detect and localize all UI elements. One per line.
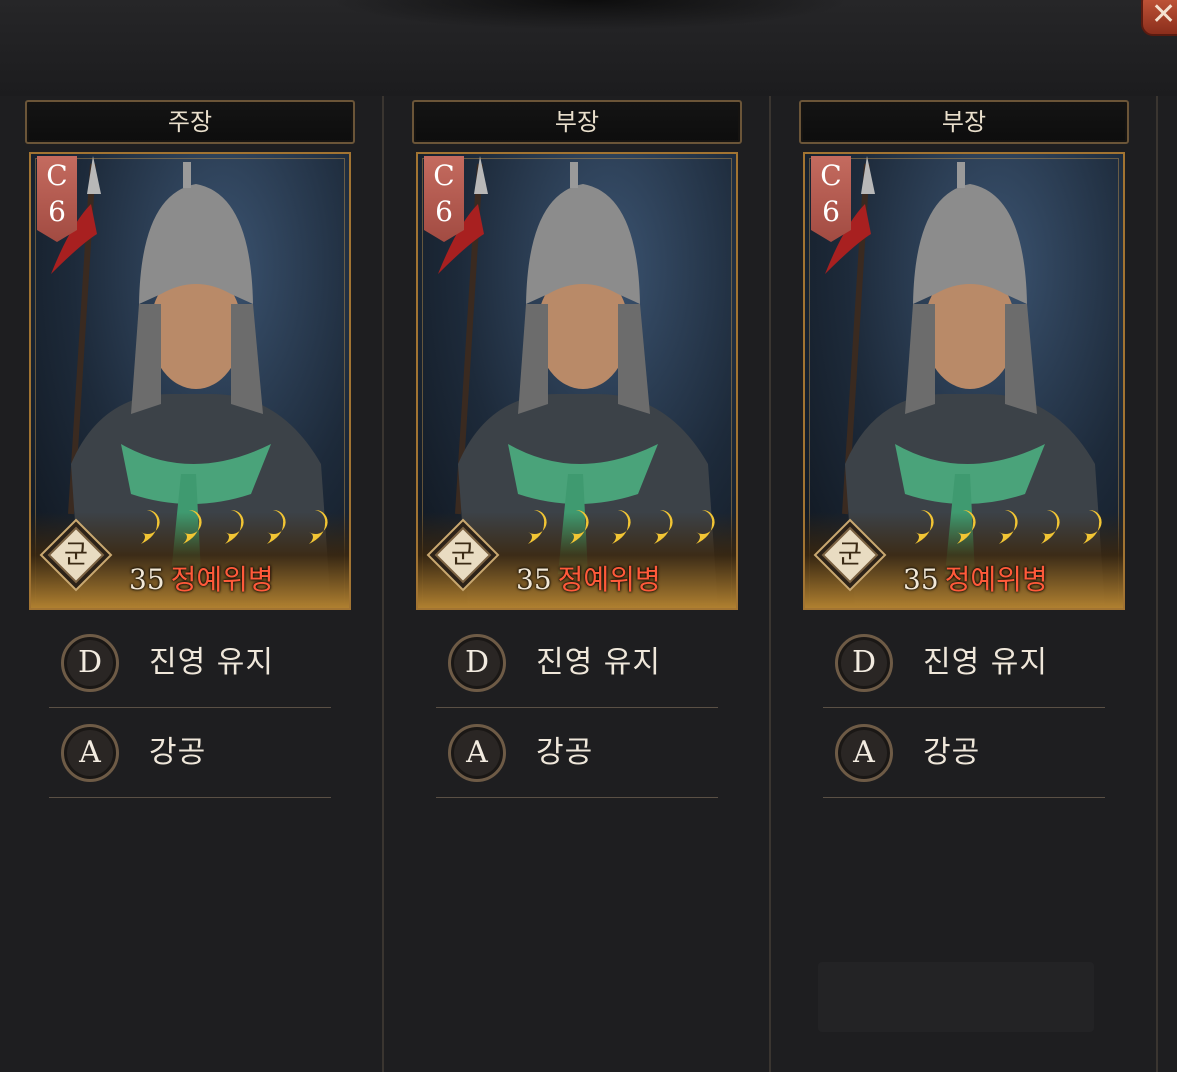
skill-name: 진영 유지 — [923, 645, 1048, 680]
drop-icon — [267, 509, 286, 544]
drop-icon — [183, 509, 202, 544]
drop-icon — [141, 509, 160, 544]
grade-letter: C — [820, 159, 842, 192]
column-divider — [769, 96, 771, 1072]
close-button[interactable]: ✕ — [1141, 0, 1177, 36]
skill-type-badge: A — [835, 724, 893, 782]
drop-icon — [696, 509, 715, 544]
unit-badge: 군 — [39, 518, 113, 592]
skill-type-badge: D — [61, 634, 119, 692]
column-divider — [1156, 96, 1158, 1072]
unit-badge: 군 — [813, 518, 887, 592]
drop-icon — [999, 509, 1018, 544]
unit-name: 정예위병 — [170, 563, 274, 596]
faded-background-button — [818, 962, 1094, 1032]
unit-badge-label: 군 — [451, 540, 475, 570]
close-icon: ✕ — [1151, 0, 1177, 32]
drop-icon — [654, 509, 673, 544]
skill-type-badge: A — [448, 724, 506, 782]
top-bar — [0, 0, 1177, 96]
drop-icon — [1083, 509, 1102, 544]
grade-number: 6 — [48, 195, 66, 228]
skill-name: 강공 — [923, 735, 981, 770]
general-card[interactable]: C 6 군 35 정예위병 — [803, 152, 1125, 610]
drop-rating — [127, 506, 347, 546]
grade-letter: C — [46, 159, 68, 192]
grade-letter: C — [433, 159, 455, 192]
grade-banner: C 6 — [424, 156, 464, 242]
drop-icon — [225, 509, 244, 544]
role-label: 주장 — [25, 100, 355, 144]
unit-badge: 군 — [426, 518, 500, 592]
skill-row-a[interactable]: A 강공 — [436, 708, 718, 798]
column-divider — [382, 96, 384, 1072]
drop-rating — [901, 506, 1121, 546]
unit-info: 35 정예위병 — [129, 562, 349, 598]
unit-badge-label: 군 — [64, 540, 88, 570]
drop-icon — [915, 509, 934, 544]
unit-level: 35 — [903, 563, 939, 596]
unit-level: 35 — [129, 563, 165, 596]
grade-banner: C 6 — [37, 156, 77, 242]
skill-row-d[interactable]: D 진영 유지 — [436, 618, 718, 708]
skill-row-d[interactable]: D 진영 유지 — [49, 618, 331, 708]
drop-rating — [514, 506, 734, 546]
unit-info: 35 정예위병 — [516, 562, 736, 598]
drop-icon — [957, 509, 976, 544]
skill-name: 강공 — [536, 735, 594, 770]
role-label: 부장 — [799, 100, 1129, 144]
skill-name: 진영 유지 — [149, 645, 274, 680]
grade-number: 6 — [822, 195, 840, 228]
skill-row-a[interactable]: A 강공 — [49, 708, 331, 798]
general-card[interactable]: C 6 군 35 정예위병 — [29, 152, 351, 610]
unit-badge-label: 군 — [838, 540, 862, 570]
skill-name: 강공 — [149, 735, 207, 770]
drop-icon — [1041, 509, 1060, 544]
unit-name: 정예위병 — [944, 563, 1048, 596]
drop-icon — [528, 509, 547, 544]
unit-level: 35 — [516, 563, 552, 596]
role-label: 부장 — [412, 100, 742, 144]
unit-info: 35 정예위병 — [903, 562, 1123, 598]
general-card[interactable]: C 6 군 35 정예위병 — [416, 152, 738, 610]
skill-type-badge: D — [835, 634, 893, 692]
skill-row-d[interactable]: D 진영 유지 — [823, 618, 1105, 708]
skill-row-a[interactable]: A 강공 — [823, 708, 1105, 798]
drop-icon — [570, 509, 589, 544]
grade-banner: C 6 — [811, 156, 851, 242]
skill-type-badge: D — [448, 634, 506, 692]
grade-number: 6 — [435, 195, 453, 228]
drop-icon — [612, 509, 631, 544]
skill-type-badge: A — [61, 724, 119, 782]
title-shadow — [330, 0, 850, 30]
skill-name: 진영 유지 — [536, 645, 661, 680]
drop-icon — [309, 509, 328, 544]
unit-name: 정예위병 — [557, 563, 661, 596]
